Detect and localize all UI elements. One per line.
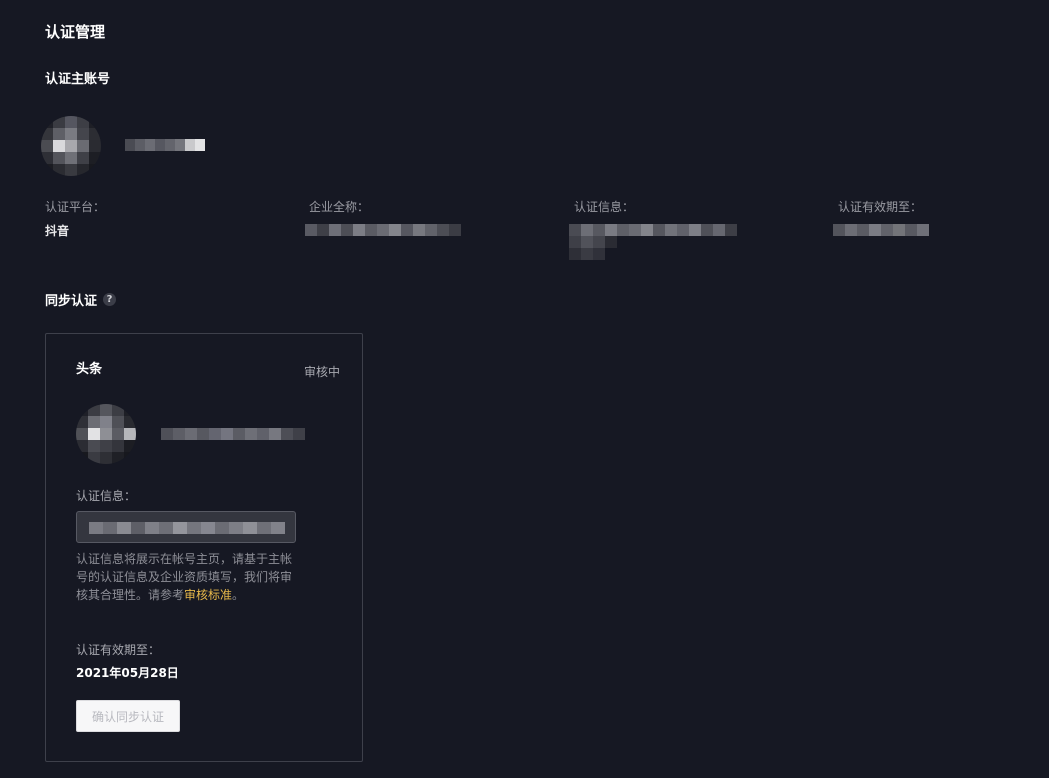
- card-hint-text: 认证信息将展示在帐号主页，请基于主帐号的认证信息及企业资质填写，我们将审核其合理…: [76, 550, 300, 604]
- field-value-expire-blurred: [833, 224, 929, 236]
- info-input[interactable]: [76, 511, 296, 543]
- field-label-company: 企业全称：: [309, 200, 370, 214]
- field-value-info-blurred: [569, 224, 737, 260]
- hint-end: 。: [232, 588, 245, 602]
- field-label-platform: 认证平台：: [45, 200, 106, 214]
- card-expire-date: 2021年05月28日: [76, 666, 179, 680]
- card-info-label: 认证信息：: [76, 489, 137, 503]
- page-title: 认证管理: [45, 23, 106, 41]
- card-expire-label: 认证有效期至：: [76, 643, 161, 657]
- info-input-value-blurred: [89, 522, 285, 534]
- card-account-name-blurred: [161, 428, 305, 440]
- field-value-platform: 抖音: [45, 224, 70, 238]
- review-standard-link[interactable]: 审核标准: [184, 588, 232, 602]
- help-icon[interactable]: ?: [103, 293, 117, 306]
- main-account-avatar: [41, 116, 101, 176]
- field-label-expire: 认证有效期至：: [838, 200, 923, 214]
- sync-section-label: 同步认证: [45, 294, 98, 309]
- confirm-sync-button[interactable]: 确认同步认证: [76, 700, 180, 732]
- main-account-name-blurred: [125, 139, 205, 151]
- sync-section-title: 同步认证 ?: [45, 290, 117, 309]
- card-platform-name: 头条: [76, 362, 103, 377]
- field-value-company-blurred: [305, 224, 461, 236]
- card-status-badge: 审核中: [303, 365, 340, 379]
- sync-card: 头条 审核中 认证信息： 认证信息将展示在帐号主页，请基于主帐号的认证信息及企业…: [45, 333, 363, 762]
- field-label-info: 认证信息：: [574, 200, 635, 214]
- card-avatar: [76, 404, 136, 464]
- main-account-section-title: 认证主账号: [45, 72, 111, 87]
